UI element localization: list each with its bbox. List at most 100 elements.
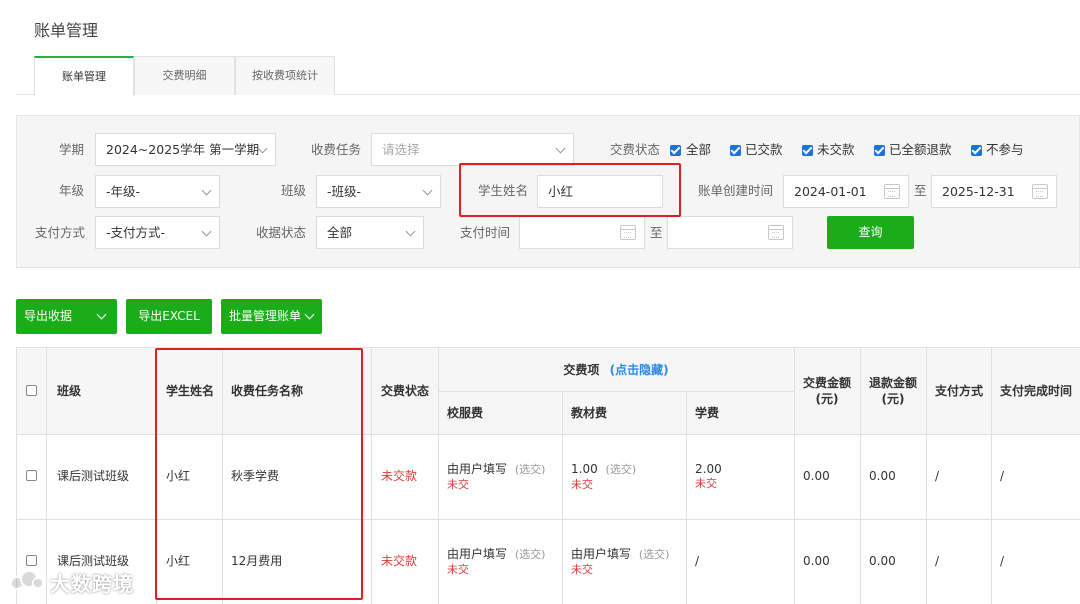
header-item-tuition: 学费 xyxy=(695,406,720,420)
item-optional: (选交) xyxy=(638,548,670,561)
task-label: 收费任务 xyxy=(311,142,362,157)
header-fee-items-label: 交费项 xyxy=(563,363,600,377)
cell-amount: 0.00 xyxy=(803,554,830,568)
col-divider xyxy=(46,348,47,604)
tab-bill-management[interactable]: 账单管理 xyxy=(34,56,134,96)
header-amount: 交费金额 (元) xyxy=(794,375,860,407)
header-status: 交费状态 xyxy=(381,384,430,398)
query-button[interactable]: 查询 xyxy=(827,216,914,249)
bill-table: 班级 学生姓名 收费任务名称 交费状态 交费项 (点击隐藏) 校服费 教材费 学… xyxy=(16,347,1080,604)
task-select[interactable]: 请选择 xyxy=(371,133,574,166)
cell-student: 小红 xyxy=(166,554,191,568)
item-state: 未交 xyxy=(447,478,469,491)
class-select[interactable]: -班级- xyxy=(316,175,441,208)
cell-amount: 0.00 xyxy=(803,469,830,483)
cell-task: 12月费用 xyxy=(231,554,283,568)
header-class: 班级 xyxy=(57,384,82,398)
header-student: 学生姓名 xyxy=(166,384,215,398)
header-refund-line2: (元) xyxy=(881,392,905,406)
receipt-status-select[interactable]: 全部 xyxy=(316,216,424,249)
pay-status-label: 交费状态 xyxy=(610,142,661,157)
pay-method-value: -支付方式- xyxy=(106,225,166,240)
calendar-icon[interactable] xyxy=(768,225,784,240)
chevron-down-icon xyxy=(96,309,107,320)
checkbox-unpaid[interactable] xyxy=(802,145,813,156)
grade-value: -年级- xyxy=(106,184,141,199)
hide-fee-items-link[interactable]: (点击隐藏) xyxy=(610,363,669,377)
item-value: 由用户填写 xyxy=(571,547,632,561)
calendar-icon[interactable] xyxy=(620,225,636,240)
created-from-input[interactable]: 2024-01-01 xyxy=(783,175,909,208)
col-divider xyxy=(686,391,687,604)
pay-time-from-input[interactable] xyxy=(519,216,645,249)
cell-item-textbook: 由用户填写 (选交) 未交 xyxy=(571,546,669,577)
term-value: 2024~2025学年 第一学期 xyxy=(106,142,260,157)
checkbox-all[interactable] xyxy=(670,145,681,156)
calendar-icon[interactable] xyxy=(1032,184,1048,199)
checkbox-paid[interactable] xyxy=(730,145,741,156)
calendar-icon[interactable] xyxy=(884,184,900,199)
header-method: 支付方式 xyxy=(935,384,984,398)
header-item-textbook: 教材费 xyxy=(571,406,608,420)
header-item-uniform: 校服费 xyxy=(447,406,484,420)
row-divider xyxy=(17,519,1080,520)
watermark: 大数跨境 xyxy=(8,567,134,597)
header-done-time: 支付完成时间 xyxy=(1000,384,1073,398)
select-all-checkbox[interactable] xyxy=(26,385,37,396)
col-divider xyxy=(991,348,992,604)
item-value: 由用户填写 xyxy=(447,547,508,561)
receipt-status-label: 收据状态 xyxy=(256,225,307,240)
student-name-label: 学生姓名 xyxy=(478,183,529,198)
created-from-value: 2024-01-01 xyxy=(794,184,867,199)
page-title: 账单管理 xyxy=(34,21,99,40)
cell-item-textbook: 1.00 (选交) 未交 xyxy=(571,461,636,492)
item-value: 由用户填写 xyxy=(447,462,508,476)
row-checkbox[interactable] xyxy=(26,555,37,566)
item-value: 1.00 xyxy=(571,462,598,476)
checkbox-not-participating[interactable] xyxy=(971,145,982,156)
student-name-input[interactable]: 小红 xyxy=(537,175,663,208)
export-excel-button[interactable]: 导出EXCEL xyxy=(126,299,212,334)
pay-method-select[interactable]: -支付方式- xyxy=(95,216,220,249)
chevron-down-icon xyxy=(405,226,416,237)
export-receipt-label: 导出收据 xyxy=(24,309,73,323)
header-amount-line1: 交费金额 xyxy=(802,376,851,390)
batch-manage-button[interactable]: 批量管理账单 xyxy=(221,299,322,334)
created-to-input[interactable]: 2025-12-31 xyxy=(931,175,1057,208)
pay-time-to-input[interactable] xyxy=(667,216,793,249)
pay-time-to-sep: 至 xyxy=(650,225,663,240)
cell-refund: 0.00 xyxy=(869,469,896,483)
checkbox-paid-label: 已交款 xyxy=(745,142,783,157)
pay-method-label: 支付方式 xyxy=(35,225,86,240)
created-to-value: 2025-12-31 xyxy=(942,184,1015,199)
tab-payment-details[interactable]: 交费明细 xyxy=(134,56,235,95)
created-time-label: 账单创建时间 xyxy=(698,183,774,198)
chevron-down-icon xyxy=(201,226,212,237)
batch-manage-label: 批量管理账单 xyxy=(229,309,302,323)
watermark-text: 大数跨境 xyxy=(50,571,134,596)
term-select[interactable]: 2024~2025学年 第一学期 xyxy=(95,133,276,166)
tab-bar: 账单管理 交费明细 按收费项统计 xyxy=(16,56,1080,96)
cell-method: / xyxy=(935,554,940,568)
item-state: 未交 xyxy=(447,563,469,576)
checkbox-not-participating-label: 不参与 xyxy=(986,142,1024,157)
class-label: 班级 xyxy=(281,183,307,198)
cell-item-tuition: 2.00 未交 xyxy=(695,461,722,491)
col-divider xyxy=(926,348,927,604)
pay-time-label: 支付时间 xyxy=(460,225,511,240)
cell-status: 未交款 xyxy=(381,554,418,568)
cell-item-uniform: 由用户填写 (选交) 未交 xyxy=(447,546,545,577)
item-optional: (选交) xyxy=(514,548,546,561)
receipt-status-value: 全部 xyxy=(327,225,353,240)
item-optional: (选交) xyxy=(514,463,546,476)
created-to-sep: 至 xyxy=(914,183,927,198)
class-value: -班级- xyxy=(327,184,362,199)
tab-stats-by-item[interactable]: 按收费项统计 xyxy=(235,56,335,95)
grade-select[interactable]: -年级- xyxy=(95,175,220,208)
row-checkbox[interactable] xyxy=(26,470,37,481)
checkbox-full-refund[interactable] xyxy=(874,145,885,156)
cell-done-time: / xyxy=(1000,554,1005,568)
cell-class: 课后测试班级 xyxy=(57,469,130,483)
cell-done-time: / xyxy=(1000,469,1005,483)
export-receipt-button[interactable]: 导出收据 xyxy=(16,299,117,334)
